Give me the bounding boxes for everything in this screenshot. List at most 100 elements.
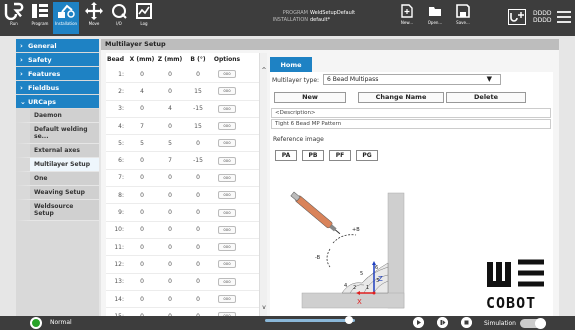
table-row[interactable]: 2: 4 0 15 ooo xyxy=(106,83,266,101)
new-pattern-button[interactable]: New xyxy=(274,92,346,103)
b-cell[interactable]: 0 xyxy=(184,140,212,147)
program-tab[interactable]: Program xyxy=(28,2,52,34)
table-row[interactable]: 12: 0 0 0 ooo xyxy=(106,256,266,274)
io-tab[interactable]: I/O xyxy=(107,2,131,34)
sidebar-item-features[interactable]: › Features xyxy=(16,67,99,80)
table-row[interactable]: 10: 0 0 0 ooo xyxy=(106,222,266,239)
sidebar-item-daemon[interactable]: Daemon xyxy=(16,109,99,123)
sidebar-item-urcaps[interactable]: ⌄ URCaps xyxy=(16,95,99,108)
z-cell[interactable]: 0 xyxy=(156,174,184,181)
x-cell[interactable]: 0 xyxy=(128,105,156,112)
options-button[interactable]: ooo xyxy=(218,70,236,79)
table-row[interactable]: 1: 0 0 0 ooo xyxy=(106,66,266,84)
options-button[interactable]: ooo xyxy=(218,225,236,234)
x-cell[interactable]: 0 xyxy=(128,209,156,216)
power-icon[interactable] xyxy=(30,317,42,329)
ref-button-pa[interactable]: PA xyxy=(275,150,297,161)
z-cell[interactable]: 0 xyxy=(156,88,184,95)
table-row[interactable]: 3: 0 4 -15 ooo xyxy=(106,101,266,118)
b-cell[interactable]: -15 xyxy=(184,105,212,112)
sidebar-item-fieldbus[interactable]: › Fieldbus xyxy=(16,81,99,94)
move-tab[interactable]: Move xyxy=(82,2,106,34)
change-name-button[interactable]: Change Name xyxy=(358,92,444,103)
b-cell[interactable]: 0 xyxy=(184,296,212,303)
z-cell[interactable]: 4 xyxy=(156,105,184,112)
b-cell[interactable]: 0 xyxy=(184,278,212,285)
options-button[interactable]: ooo xyxy=(218,295,236,303)
speed-slider-handle[interactable] xyxy=(345,316,353,324)
simulation-toggle[interactable] xyxy=(520,318,546,329)
stop-icon[interactable] xyxy=(461,317,472,328)
b-cell[interactable]: 0 xyxy=(184,174,212,181)
options-button[interactable]: ooo xyxy=(218,87,236,96)
z-cell[interactable]: 0 xyxy=(156,261,184,268)
tab-home[interactable]: Home xyxy=(270,57,312,72)
table-scrollbar[interactable]: ^ v xyxy=(259,53,267,317)
x-cell[interactable]: 0 xyxy=(128,157,156,164)
sidebar-item-safety[interactable]: › Safety xyxy=(16,53,99,66)
z-cell[interactable]: 0 xyxy=(156,71,184,78)
table-row[interactable]: 6: 0 7 -15 ooo xyxy=(106,152,266,170)
options-button[interactable]: ooo xyxy=(218,173,236,182)
x-cell[interactable]: 0 xyxy=(128,261,156,268)
z-cell[interactable]: 0 xyxy=(156,209,184,216)
z-cell[interactable]: 0 xyxy=(156,123,184,130)
table-row[interactable]: 11: 0 0 0 ooo xyxy=(106,239,266,257)
table-row[interactable]: 14: 0 0 0 ooo xyxy=(106,291,266,309)
table-row[interactable]: 13: 0 0 0 ooo xyxy=(106,274,266,291)
sidebar-item-weldsource-setup[interactable]: Weldsource Setup xyxy=(16,200,99,221)
step-icon[interactable] xyxy=(437,317,448,328)
options-button[interactable]: ooo xyxy=(218,243,236,252)
b-cell[interactable]: 0 xyxy=(184,244,212,251)
open-button[interactable]: Open... xyxy=(421,4,449,34)
play-icon[interactable] xyxy=(413,317,424,328)
table-row[interactable]: 5: 5 5 0 ooo xyxy=(106,135,266,153)
options-button[interactable]: ooo xyxy=(218,191,236,200)
run-tab[interactable]: Run xyxy=(2,2,26,34)
x-cell[interactable]: 0 xyxy=(128,192,156,199)
x-cell[interactable]: 0 xyxy=(128,71,156,78)
table-row[interactable]: 8: 0 0 0 ooo xyxy=(106,187,266,205)
z-cell[interactable]: 0 xyxy=(156,244,184,251)
ref-button-pg[interactable]: PG xyxy=(356,150,378,161)
z-cell[interactable]: 5 xyxy=(156,140,184,147)
x-cell[interactable]: 5 xyxy=(128,140,156,147)
options-button[interactable]: ooo xyxy=(218,104,236,113)
log-tab[interactable]: Log xyxy=(132,2,156,34)
x-cell[interactable]: 0 xyxy=(128,226,156,233)
b-cell[interactable]: 15 xyxy=(184,88,212,95)
z-cell[interactable]: 0 xyxy=(156,226,184,233)
z-cell[interactable]: 0 xyxy=(156,192,184,199)
scroll-up-icon[interactable]: ^ xyxy=(260,67,268,74)
sidebar-item-multilayer-setup[interactable]: Multilayer Setup xyxy=(16,158,99,172)
speed-slider[interactable] xyxy=(265,316,355,324)
b-cell[interactable]: 0 xyxy=(184,209,212,216)
hamburger-menu-icon[interactable] xyxy=(557,11,571,23)
b-cell[interactable]: 0 xyxy=(184,261,212,268)
b-cell[interactable]: -15 xyxy=(184,157,212,164)
x-cell[interactable]: 0 xyxy=(128,174,156,181)
x-cell[interactable]: 0 xyxy=(128,244,156,251)
scroll-down-icon[interactable]: v xyxy=(260,304,268,311)
z-cell[interactable]: 7 xyxy=(156,157,184,164)
b-cell[interactable]: 0 xyxy=(184,226,212,233)
b-cell[interactable]: 15 xyxy=(184,123,212,130)
z-cell[interactable]: 0 xyxy=(156,278,184,285)
x-cell[interactable]: 7 xyxy=(128,123,156,130)
ur-plus-icon[interactable] xyxy=(508,9,526,25)
x-cell[interactable]: 4 xyxy=(128,88,156,95)
sidebar-item-general[interactable]: › General xyxy=(16,39,99,52)
options-button[interactable]: ooo xyxy=(218,260,236,269)
description-field[interactable]: Tight 6 Bead MP Pattern xyxy=(271,119,551,129)
options-button[interactable]: ooo xyxy=(218,139,236,148)
options-button[interactable]: ooo xyxy=(218,156,236,165)
options-button[interactable]: ooo xyxy=(218,277,236,286)
x-cell[interactable]: 0 xyxy=(128,278,156,285)
options-button[interactable]: ooo xyxy=(218,208,236,217)
installation-tab[interactable]: Installation xyxy=(53,2,79,34)
z-cell[interactable]: 0 xyxy=(156,296,184,303)
sidebar-item-weaving-setup[interactable]: Weaving Setup xyxy=(16,186,99,200)
sidebar-item-external-axes[interactable]: External axes xyxy=(16,144,99,158)
delete-button[interactable]: Delete xyxy=(446,92,526,103)
ref-button-pb[interactable]: PB xyxy=(302,150,324,161)
